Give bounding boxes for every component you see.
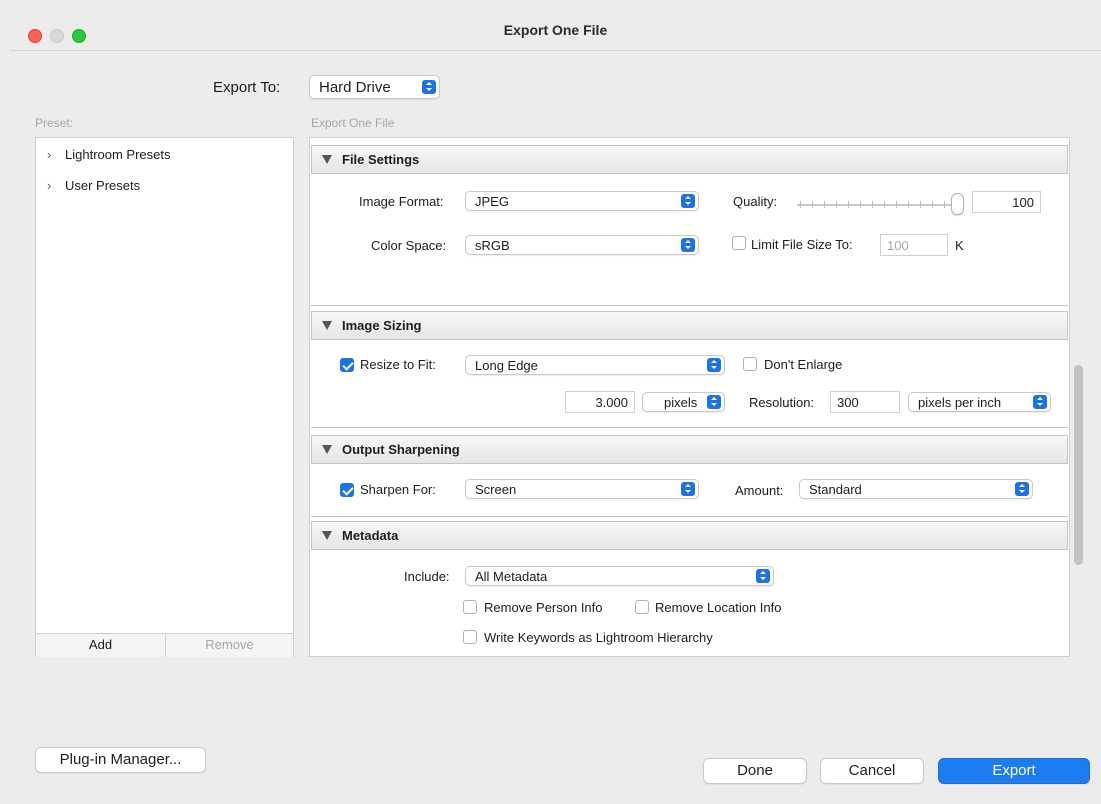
preset-folder-label: User Presets xyxy=(65,178,141,193)
cancel-button[interactable]: Cancel xyxy=(820,758,924,784)
include-select[interactable]: All Metadata xyxy=(465,566,774,586)
metadata-header[interactable]: Metadata xyxy=(311,521,1068,550)
resize-to-fit-checkbox[interactable] xyxy=(340,358,354,372)
divider xyxy=(311,516,1068,517)
divider xyxy=(311,427,1068,428)
export-button[interactable]: Export xyxy=(938,758,1090,784)
resolution-label: Resolution: xyxy=(749,395,815,410)
section-title: File Settings xyxy=(342,152,420,167)
remove-location-info-label: Remove Location Info xyxy=(655,600,782,615)
color-space-value: sRGB xyxy=(475,238,510,253)
resolution-value: 300 xyxy=(837,395,859,410)
preset-folder-lightroom[interactable]: › Lightroom Presets xyxy=(47,147,287,167)
limit-file-size-checkbox[interactable] xyxy=(732,236,746,250)
resolution-unit-value: pixels per inch xyxy=(918,395,1002,410)
resize-unit-select[interactable]: pixels xyxy=(642,392,725,412)
preset-list: › Lightroom Presets › User Presets Add R… xyxy=(35,137,294,657)
limit-file-size-label: Limit File Size To: xyxy=(751,237,853,252)
remove-person-info-label: Remove Person Info xyxy=(484,600,603,615)
chevron-updown-icon xyxy=(1033,395,1047,409)
disclosure-triangle-icon xyxy=(322,155,332,164)
limit-file-size-input[interactable]: 100 xyxy=(880,234,948,256)
chevron-updown-icon xyxy=(681,238,695,252)
scrollbar-thumb[interactable] xyxy=(1074,365,1083,565)
image-format-select[interactable]: JPEG xyxy=(465,191,699,211)
include-value: All Metadata xyxy=(475,569,548,584)
chevron-updown-icon xyxy=(707,358,721,372)
section-title: Output Sharpening xyxy=(342,442,460,457)
disclosure-triangle-icon xyxy=(322,445,332,454)
amount-label: Amount: xyxy=(735,483,784,498)
export-to-label: Export To: xyxy=(213,79,281,96)
quality-value: 100 xyxy=(1012,195,1034,210)
resolution-input[interactable]: 300 xyxy=(830,391,900,413)
resize-to-fit-value: Long Edge xyxy=(475,358,538,373)
section-title: Metadata xyxy=(342,528,399,543)
preset-folder-label: Lightroom Presets xyxy=(65,147,171,162)
export-to-value: Hard Drive xyxy=(319,79,391,96)
content-heading: Export One File xyxy=(311,116,395,130)
color-space-select[interactable]: sRGB xyxy=(465,235,699,255)
disclosure-triangle-icon xyxy=(322,531,332,540)
chevron-right-icon: › xyxy=(47,178,52,193)
resize-size-input[interactable]: 3.000 xyxy=(565,391,635,413)
dont-enlarge-label: Don't Enlarge xyxy=(764,357,843,372)
resize-to-fit-label: Resize to Fit: xyxy=(360,357,436,372)
chevron-updown-icon xyxy=(1015,482,1029,496)
disclosure-triangle-icon xyxy=(322,321,332,330)
export-to-select[interactable]: Hard Drive xyxy=(309,75,440,99)
quality-input[interactable]: 100 xyxy=(972,191,1041,213)
resize-unit-value: pixels xyxy=(664,395,698,410)
sharpen-for-checkbox[interactable] xyxy=(340,483,354,497)
image-format-label: Image Format: xyxy=(359,194,444,209)
write-keywords-checkbox[interactable] xyxy=(463,630,477,644)
export-dialog: Export One File Export To: Hard Drive Pr… xyxy=(0,0,1101,804)
remove-person-info-checkbox[interactable] xyxy=(463,600,477,614)
chevron-updown-icon xyxy=(756,569,770,583)
include-label: Include: xyxy=(404,569,450,584)
chevron-updown-icon xyxy=(681,482,695,496)
chevron-updown-icon xyxy=(707,395,721,409)
output-sharpening-header[interactable]: Output Sharpening xyxy=(311,435,1068,464)
quality-slider-track[interactable] xyxy=(797,204,957,206)
file-settings-header[interactable]: File Settings xyxy=(311,145,1068,174)
amount-select[interactable]: Standard xyxy=(799,479,1033,499)
amount-value: Standard xyxy=(809,482,862,497)
image-sizing-header[interactable]: Image Sizing xyxy=(311,311,1068,340)
chevron-updown-icon xyxy=(422,80,436,94)
window-title: Export One File xyxy=(503,22,608,38)
resize-size-value: 3.000 xyxy=(595,395,628,410)
preset-heading: Preset: xyxy=(35,116,74,130)
quality-slider-thumb[interactable] xyxy=(951,193,964,215)
remove-location-info-checkbox[interactable] xyxy=(635,600,649,614)
dont-enlarge-checkbox[interactable] xyxy=(743,357,757,371)
plugin-manager-button[interactable]: Plug-in Manager... xyxy=(35,747,206,773)
resize-to-fit-select[interactable]: Long Edge xyxy=(465,355,725,375)
remove-preset-button[interactable]: Remove xyxy=(166,633,293,657)
sharpen-for-value: Screen xyxy=(475,482,517,497)
sharpen-for-select[interactable]: Screen xyxy=(465,479,699,499)
color-space-label: Color Space: xyxy=(371,238,447,253)
section-title: Image Sizing xyxy=(342,318,422,333)
limit-file-size-unit: K xyxy=(955,238,964,253)
quality-label: Quality: xyxy=(733,194,778,209)
resolution-unit-select[interactable]: pixels per inch xyxy=(908,392,1051,412)
chevron-updown-icon xyxy=(681,194,695,208)
divider xyxy=(311,305,1068,306)
write-keywords-label: Write Keywords as Lightroom Hierarchy xyxy=(484,630,713,645)
add-preset-button[interactable]: Add xyxy=(36,633,166,657)
done-button[interactable]: Done xyxy=(703,758,807,784)
title-bar: Export One File xyxy=(10,10,1101,51)
preset-folder-user[interactable]: › User Presets xyxy=(47,178,287,198)
image-format-value: JPEG xyxy=(475,194,509,209)
limit-file-size-value: 100 xyxy=(887,238,909,253)
sharpen-for-label: Sharpen For: xyxy=(360,482,436,497)
chevron-right-icon: › xyxy=(47,147,52,162)
